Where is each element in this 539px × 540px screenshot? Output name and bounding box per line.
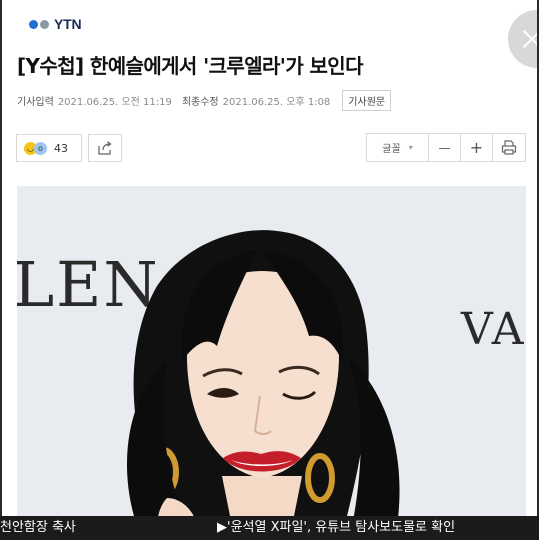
logo-dot-gray: [40, 19, 49, 29]
reaction-count: 43: [54, 141, 68, 155]
font-select[interactable]: 글꼴 ▾: [367, 134, 429, 161]
print-button[interactable]: [493, 134, 525, 161]
modified-label: 최종수정: [181, 97, 219, 108]
article-photo: LEN VA: [17, 186, 526, 516]
ticker-text-left: 천안함장 축사: [0, 520, 76, 535]
article-page: YTN [Y수첩] 한예슬에게서 '크루엘라'가 보인다 기사입력 2021.0…: [2, 0, 537, 516]
font-larger-button[interactable]: +: [461, 134, 493, 161]
ticker-text-right: ▶'윤석열 X파일', 유튜브 탐사보도물로 확인: [217, 520, 456, 535]
original-article-button[interactable]: 기사원문: [342, 90, 392, 111]
reaction-button[interactable]: ◡ o 43: [16, 134, 82, 162]
article-title: [Y수첩] 한예슬에게서 '크루엘라'가 보인다: [17, 54, 364, 78]
chevron-down-icon: ▾: [408, 143, 413, 152]
share-icon: [98, 141, 112, 155]
published-label: 기사입력: [17, 97, 54, 108]
article-meta: 기사입력 2021.06.25. 오전 11:19 최종수정 2021.06.2…: [17, 90, 392, 111]
modified-time: 2021.06.25. 오후 1:08: [222, 97, 331, 108]
published-time: 2021.06.25. 오전 11:19: [57, 97, 172, 108]
viewport-frame: YTN [Y수첩] 한예슬에게서 '크루엘라'가 보인다 기사입력 2021.0…: [0, 0, 539, 540]
portrait-illustration: [127, 230, 400, 516]
font-label: 글꼴: [382, 144, 401, 155]
close-button[interactable]: [508, 10, 537, 68]
logo-text: YTN: [54, 16, 82, 32]
news-ticker: 천안함장 축사 ▶'윤석열 X파일', 유튜브 탐사보도물로 확인: [0, 516, 539, 540]
ytn-logo[interactable]: YTN: [29, 16, 82, 32]
font-smaller-button[interactable]: —: [429, 134, 461, 161]
surprised-emoji-icon: o: [34, 141, 47, 155]
logo-dot-blue: [29, 19, 38, 29]
share-button[interactable]: [88, 134, 122, 162]
article-toolbar: 글꼴 ▾ — +: [366, 133, 526, 162]
print-icon: [501, 140, 517, 155]
